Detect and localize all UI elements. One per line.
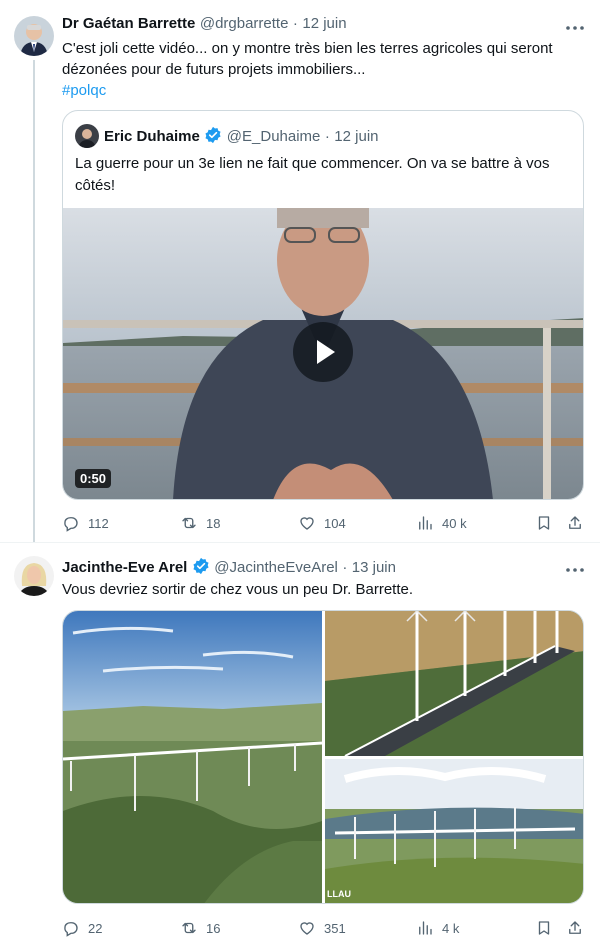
quote-video-player[interactable]: 0:50 [63,208,583,499]
verified-badge-icon [193,557,209,575]
heart-icon [300,517,314,530]
quote-header: Eric Duhaime @E_Duhaime · 12 juin [104,126,379,146]
video-duration-badge: 0:50 [75,469,112,488]
views-chart-icon [419,921,432,935]
share-icon [569,921,581,934]
tweet1-like-button[interactable]: 104 [298,513,346,533]
reply-icon [64,922,78,937]
person-avatar-icon [14,16,54,56]
tweet1-more-button[interactable] [564,20,586,40]
tweet1-repost-button[interactable]: 18 [180,513,220,533]
tweet1-like-count: 104 [324,515,346,531]
tweet1-share-button[interactable] [566,513,592,533]
tweet1-text-line2: dézonées pour de futurs projets immobili… [62,61,366,78]
quote-date[interactable]: 12 juin [334,128,378,145]
tweet2-like-button[interactable]: 351 [298,918,346,938]
repost-icon [182,517,196,529]
quote-text: La guerre pour un 3e lien ne fait que co… [75,153,575,197]
tweet1-hashtag[interactable]: #polqc [62,80,588,101]
views-chart-icon [419,516,432,530]
avatar-jacinthe-eve-arel[interactable] [14,556,54,596]
bridge-landscape-image-2[interactable] [325,611,583,757]
quoted-tweet-card[interactable]: Eric Duhaime @E_Duhaime · 12 juin La gue… [62,110,584,500]
tweet2-reply-button[interactable]: 22 [62,918,102,938]
tweet-divider [0,542,600,543]
bridge-photo-icon [325,611,583,757]
tweet2-share-button[interactable] [566,918,592,938]
avatar-gaetan-barrette[interactable] [14,16,54,56]
tweet2-handle[interactable]: @JacintheEveArel [214,559,338,576]
tweet2-separator: · [342,559,348,576]
person-avatar-icon [14,556,54,596]
bookmark-icon [538,921,550,935]
tweet2-views-button[interactable]: 4 k [416,918,459,938]
bridge-photo-icon [63,611,323,903]
tweet1-separator: · [292,15,298,32]
heart-icon [300,922,314,935]
tweet2-text: Vous devriez sortir de chez vous un peu … [62,581,414,598]
tweet2-more-button[interactable] [564,562,586,582]
tweet1-text-line1: C'est joli cette vidéo... on y montre tr… [62,40,553,57]
quote-author-name[interactable]: Eric Duhaime [104,128,200,145]
quote-text-line1: La guerre pour un 3e lien ne fait que co… [75,155,550,172]
tweet1-handle[interactable]: @drgbarrette [200,15,289,32]
tweet1-date[interactable]: 12 juin [302,15,346,32]
tweet1-repost-count: 18 [206,515,221,531]
tweet2-repost-button[interactable]: 16 [180,918,220,938]
tweet1-views-button[interactable]: 40 k [416,513,467,533]
quote-separator: · [324,128,330,145]
tweet1-text: C'est joli cette vidéo... on y montre tr… [62,38,588,101]
tweet2-views-count: 4 k [442,920,460,936]
tweet2-header: Jacinthe-Eve Arel @JacintheEveArel · 13 … [62,557,396,577]
tweet2-date[interactable]: 13 juin [352,559,396,576]
person-avatar-icon [75,124,99,148]
more-horizontal-icon [566,568,584,572]
thread-connector-line [33,60,35,542]
avatar-eric-duhaime[interactable] [75,124,99,148]
tweet2-media-grid[interactable]: LLAU [62,610,584,904]
tweet1-reply-count: 112 [88,515,109,531]
image-caption-fragment: LLAU [327,889,351,899]
reply-icon [64,517,78,532]
repost-icon [182,922,196,934]
bookmark-icon [538,516,550,530]
tweet2-repost-count: 16 [206,920,221,936]
play-icon [317,340,335,364]
tweet2-author-name[interactable]: Jacinthe-Eve Arel [62,559,187,576]
tweet2-like-count: 351 [324,920,346,936]
quote-handle[interactable]: @E_Duhaime [227,128,321,145]
tweet1-bookmark-button[interactable] [535,513,561,533]
tweet2-reply-count: 22 [88,920,103,936]
tweet1-reply-button[interactable]: 112 [62,513,109,533]
share-icon [569,516,581,529]
tweet1-author-name[interactable]: Dr Gaétan Barrette [62,15,195,32]
tweet1-header: Dr Gaétan Barrette @drgbarrette · 12 jui… [62,15,347,35]
tweet2-bookmark-button[interactable] [535,918,561,938]
tweet1-views-count: 40 k [442,515,467,531]
bridge-landscape-image-1[interactable] [63,611,323,903]
bridge-landscape-image-3[interactable]: LLAU [325,759,583,903]
verified-badge-icon [205,126,221,144]
quote-text-line2: côtés! [75,177,116,194]
play-button[interactable] [293,322,353,382]
more-horizontal-icon [566,26,584,30]
bridge-photo-icon [325,759,583,903]
